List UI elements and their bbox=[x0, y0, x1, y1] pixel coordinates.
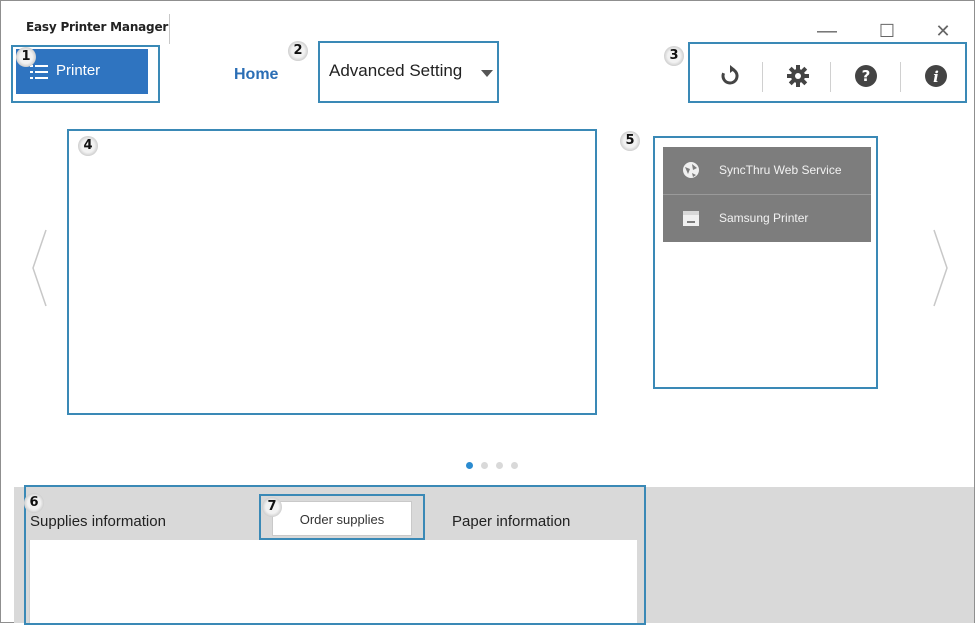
callout-box-3 bbox=[688, 42, 967, 103]
pager-dot[interactable] bbox=[481, 462, 488, 469]
callout-box-7 bbox=[259, 494, 425, 540]
callout-badge: 5 bbox=[620, 131, 640, 151]
maximize-button[interactable]: ☐ bbox=[872, 18, 902, 44]
carousel-next-arrow[interactable] bbox=[930, 228, 950, 308]
pager-dot[interactable] bbox=[511, 462, 518, 469]
close-button[interactable]: ✕ bbox=[928, 18, 958, 44]
pager-dot[interactable] bbox=[496, 462, 503, 469]
callout-badge: 2 bbox=[288, 41, 308, 61]
carousel-prev-arrow[interactable] bbox=[30, 228, 50, 308]
callout-badge: 4 bbox=[78, 136, 98, 156]
minimize-button[interactable]: — bbox=[812, 18, 842, 44]
callout-badge: 3 bbox=[664, 46, 684, 66]
callout-box-2 bbox=[318, 41, 499, 103]
callout-box-4 bbox=[67, 129, 597, 415]
callout-badge: 7 bbox=[262, 497, 282, 517]
home-link[interactable]: Home bbox=[234, 66, 278, 84]
callout-badge: 6 bbox=[24, 493, 44, 513]
app-title: Easy Printer Manager bbox=[26, 20, 169, 34]
pager-dot-active[interactable] bbox=[466, 462, 473, 469]
callout-badge: 1 bbox=[16, 47, 36, 67]
callout-box-5 bbox=[653, 136, 878, 389]
